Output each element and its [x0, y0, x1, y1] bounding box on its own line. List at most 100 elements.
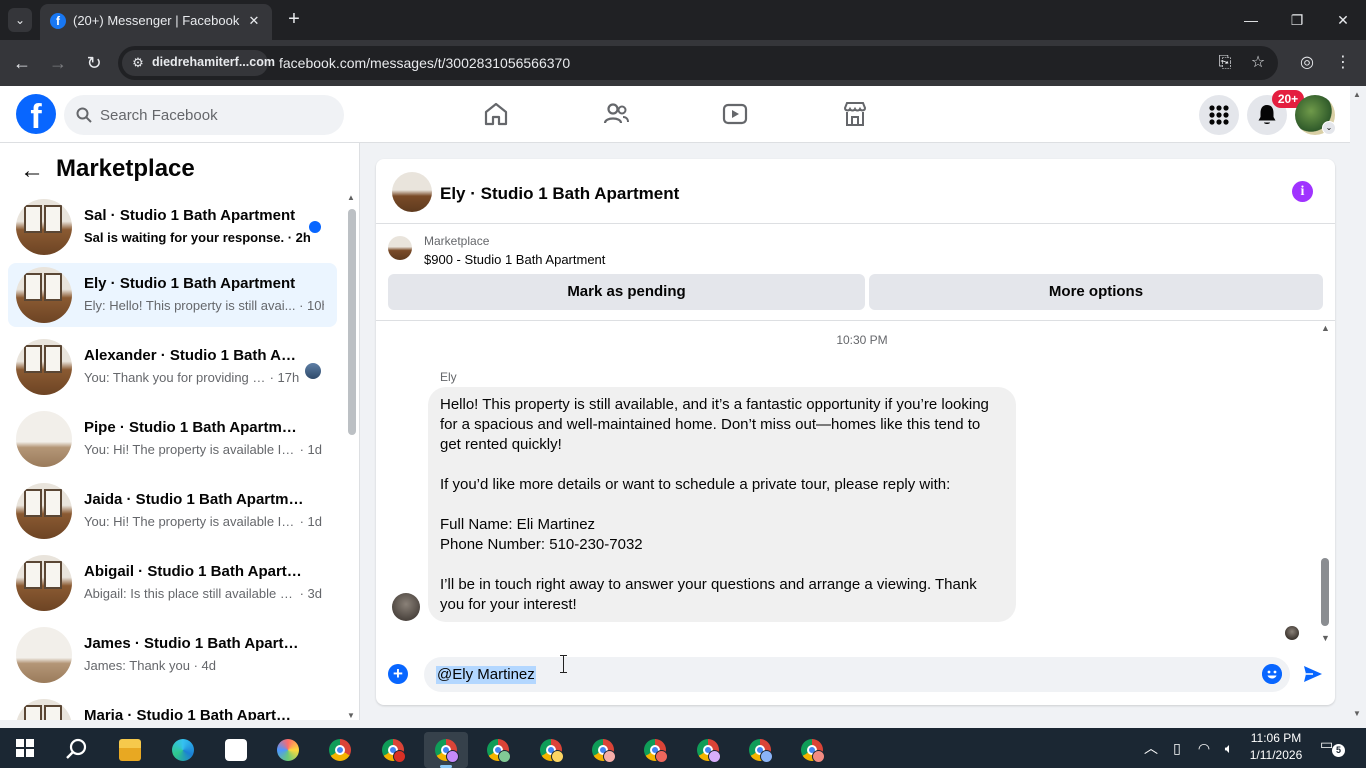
tab-search-dropdown-icon[interactable]: ⌄ — [8, 8, 32, 32]
chat-scrollbar[interactable]: ▲ ▼ — [1319, 323, 1331, 643]
chrome-profile-icon[interactable] — [738, 732, 782, 768]
conversation-item-sal[interactable]: Sal · Studio 1 Bath Apartment Sal is wai… — [8, 195, 337, 259]
plus-icon[interactable]: + — [388, 664, 408, 684]
message-timestamp: 10:30 PM — [836, 333, 888, 347]
listing-avatar[interactable] — [388, 236, 412, 260]
marketplace-icon[interactable] — [841, 100, 869, 128]
scroll-down-icon[interactable]: ▼ — [1321, 633, 1330, 643]
message-bubble: Hello! This property is still available,… — [428, 387, 1016, 622]
scroll-down-icon[interactable]: ▼ — [1353, 709, 1361, 718]
taskbar-clock[interactable]: 11:06 PM 1/11/2026 — [1248, 730, 1304, 764]
url-text[interactable]: facebook.com/messages/t/3002831056566370 — [279, 55, 570, 71]
video-icon[interactable] — [721, 100, 749, 128]
sender-avatar[interactable] — [392, 593, 420, 621]
account-chevron-down-icon[interactable]: ⌄ — [1322, 121, 1336, 135]
device-icon[interactable]: ▯ — [1166, 728, 1188, 768]
conversation-item-jaida[interactable]: Jaida · Studio 1 Bath Apartment You: Hi!… — [8, 479, 337, 543]
scroll-up-icon[interactable]: ▲ — [1353, 90, 1361, 99]
conversation-item-alexander[interactable]: Alexander · Studio 1 Bath Apa... You: Th… — [8, 335, 337, 399]
facebook-favicon-icon: f — [50, 13, 66, 29]
unread-dot-icon — [309, 221, 321, 233]
chrome-profile-icon[interactable] — [371, 732, 415, 768]
message-input-text[interactable]: @Ely Martinez — [436, 666, 536, 684]
tab-title: (20+) Messenger | Facebook — [73, 13, 240, 28]
listing-title[interactable]: $900 - Studio 1 Bath Apartment — [424, 252, 605, 267]
search-icon — [76, 107, 92, 123]
capcut-icon[interactable] — [214, 732, 258, 768]
emoji-icon[interactable] — [1262, 664, 1282, 684]
info-icon[interactable]: i — [1292, 181, 1313, 202]
mark-as-pending-button[interactable]: Mark as pending — [388, 274, 865, 310]
site-info-chip[interactable]: ⚙ diedrehamiterf...com — [122, 50, 275, 76]
close-window-icon[interactable]: ✕ — [1320, 0, 1366, 40]
bell-icon — [1258, 105, 1276, 124]
conversation-preview: You: Hi! The property is available If ..… — [84, 514, 323, 529]
conversation-name: Jaida · Studio 1 Bath Apartment — [84, 491, 304, 508]
scrollbar-thumb[interactable] — [348, 209, 356, 435]
chrome-profile-icon[interactable] — [529, 732, 573, 768]
page-scrollbar[interactable]: ▲ ▼ — [1350, 86, 1366, 720]
home-icon[interactable] — [482, 100, 510, 128]
message-input[interactable]: @Ely Martinez — [424, 657, 1290, 692]
chrome-profile-icon[interactable] — [424, 732, 468, 768]
more-options-button[interactable]: More options — [869, 274, 1323, 310]
friends-icon[interactable] — [602, 100, 630, 128]
site-chip-label: diedrehamiterf...com — [152, 55, 275, 69]
address-bar[interactable]: ⚙ diedrehamiterf...com facebook.com/mess… — [118, 46, 1278, 80]
chat-title[interactable]: Ely · Studio 1 Bath Apartment — [440, 184, 679, 204]
marketplace-inbox-sidebar: ← Marketplace Sal · Studio 1 Bath Apartm… — [0, 143, 360, 720]
close-tab-icon[interactable]: ✕ — [244, 11, 264, 31]
send-icon[interactable] — [1302, 663, 1324, 685]
notification-center-icon[interactable]: ▭ 5 — [1320, 736, 1345, 758]
chrome-profile-icon[interactable] — [476, 732, 520, 768]
sidebar-scrollbar[interactable]: ▲ ▼ — [345, 193, 357, 720]
minimize-icon[interactable]: — — [1228, 0, 1274, 40]
chat-avatar[interactable] — [392, 172, 432, 212]
seen-avatar-icon — [305, 363, 321, 379]
text-cursor-icon — [560, 655, 567, 673]
conversation-preview: James: Thank you · 4d — [84, 658, 216, 673]
chrome-menu-icon[interactable]: ⋮ — [1333, 53, 1353, 73]
file-explorer-icon[interactable] — [108, 732, 152, 768]
scroll-up-icon[interactable]: ▲ — [347, 193, 355, 202]
listing-thumbnail — [16, 199, 72, 255]
search-icon[interactable] — [65, 737, 89, 761]
wifi-icon[interactable]: ◠ — [1192, 728, 1216, 768]
chrome-icon[interactable] — [318, 732, 362, 768]
browser-tab[interactable]: f (20+) Messenger | Facebook ✕ — [40, 4, 272, 40]
volume-icon[interactable]: 🔈︎ — [1216, 728, 1242, 768]
search-box[interactable] — [64, 95, 344, 135]
scroll-down-icon[interactable]: ▼ — [347, 711, 355, 720]
show-hidden-icons-icon[interactable]: ︿ — [1140, 728, 1162, 768]
chrome-profile-icon[interactable] — [581, 732, 625, 768]
conversation-item-maria[interactable]: Maria · Studio 1 Bath Apartment — [8, 695, 337, 720]
new-tab-icon[interactable]: + — [282, 8, 306, 32]
conversation-item-pipe[interactable]: Pipe · Studio 1 Bath Apartment You: Hi! … — [8, 407, 337, 471]
chrome-profile-icon[interactable] — [790, 732, 834, 768]
edge-icon[interactable] — [161, 732, 205, 768]
scroll-up-icon[interactable]: ▲ — [1321, 323, 1330, 333]
chat-panel: Ely · Studio 1 Bath Apartment i Marketpl… — [376, 159, 1335, 705]
scrollbar-thumb[interactable] — [1321, 558, 1329, 626]
reload-icon[interactable]: ↻ — [81, 50, 107, 76]
conversation-item-james[interactable]: James · Studio 1 Bath Apartment James: T… — [8, 623, 337, 687]
bookmark-star-icon[interactable]: ☆ — [1248, 53, 1268, 73]
install-app-icon[interactable]: ⎘ — [1215, 53, 1235, 73]
profile-icon[interactable]: ◎ — [1297, 53, 1317, 73]
horizontal-scrollbar[interactable] — [0, 720, 1366, 728]
chrome-profile-icon[interactable] — [686, 732, 730, 768]
search-input[interactable] — [100, 95, 330, 135]
sidebar-title: Marketplace — [56, 155, 195, 182]
chrome-profile-icon[interactable] — [633, 732, 677, 768]
notification-count: 5 — [1332, 744, 1345, 757]
back-arrow-icon[interactable]: ← — [16, 155, 48, 187]
menu-button[interactable] — [1199, 95, 1239, 135]
restore-icon[interactable]: ❐ — [1274, 0, 1320, 40]
facebook-logo-icon[interactable]: f — [16, 94, 56, 134]
conversation-item-ely[interactable]: Ely · Studio 1 Bath Apartment Ely: Hello… — [8, 263, 337, 327]
conversation-item-abigail[interactable]: Abigail · Studio 1 Bath Apartment Abigai… — [8, 551, 337, 615]
forward-icon[interactable]: → — [45, 50, 71, 76]
windows-start-icon[interactable] — [16, 739, 34, 757]
paint-icon[interactable] — [266, 732, 310, 768]
back-icon[interactable]: ← — [9, 50, 35, 76]
